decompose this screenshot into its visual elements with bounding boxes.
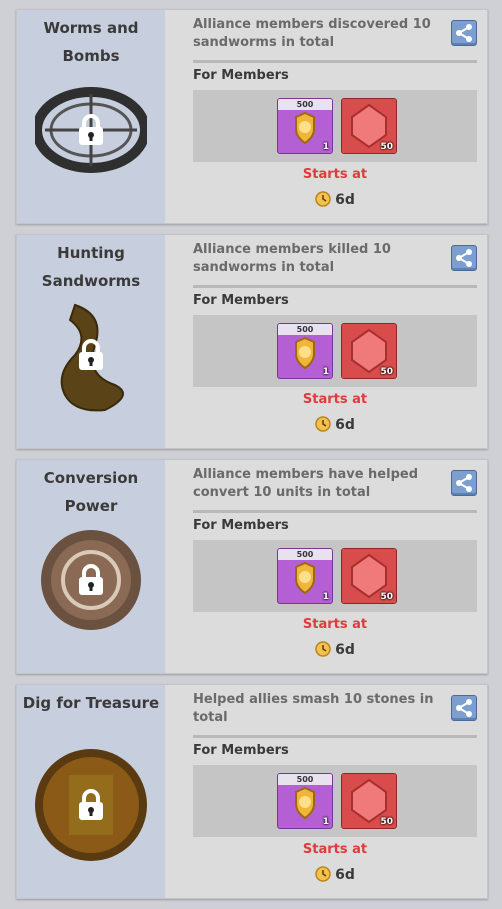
start-timer: 6d (193, 191, 477, 208)
event-title: Worms and Bombs (43, 19, 139, 65)
starts-at-label: Starts at (302, 617, 368, 632)
start-timer: 6d (193, 866, 477, 883)
event-title: Conversion Power (43, 469, 139, 515)
reward-badge-item[interactable]: 500 1 (277, 98, 333, 154)
event-card: Dig for Treasure Helped allies smash 10 s… (16, 684, 488, 899)
event-list: Worms and Bombs Alliance members discover… (0, 0, 502, 909)
reward-badge-qty: 1 (322, 142, 329, 152)
share-icon (452, 249, 476, 274)
share-button[interactable] (451, 20, 477, 46)
share-icon (452, 474, 476, 499)
reward-gem-item[interactable]: 50 (341, 98, 397, 154)
event-card: Hunting Sandworms Alliance members killed… (16, 234, 488, 449)
reward-badge-value: 500 (278, 324, 332, 335)
event-description: Helped allies smash 10 stones in total (193, 692, 434, 725)
timer-value: 6d (335, 642, 355, 658)
share-button[interactable] (451, 245, 477, 271)
start-timer: 6d (193, 641, 477, 658)
reward-badge-item[interactable]: 500 1 (277, 773, 333, 829)
reward-badge-item[interactable]: 500 1 (277, 548, 333, 604)
share-button[interactable] (451, 695, 477, 721)
event-left-panel: Conversion Power (17, 460, 165, 673)
lock-icon (77, 789, 105, 821)
event-left-panel: Dig for Treasure (17, 685, 165, 898)
clock-icon (315, 866, 331, 882)
for-members-label: For Members (193, 293, 289, 308)
share-button[interactable] (451, 470, 477, 496)
reward-gem-item[interactable]: 50 (341, 773, 397, 829)
for-members-label: For Members (193, 68, 289, 83)
reward-gem-qty: 50 (380, 142, 393, 152)
lock-icon (77, 114, 105, 146)
starts-at-label: Starts at (302, 392, 368, 407)
event-details: Alliance members killed 10 sandworms in … (165, 235, 487, 448)
event-title: Dig for Treasure (22, 694, 160, 712)
divider (193, 735, 477, 738)
event-details: Alliance members have helped convert 10 … (165, 460, 487, 673)
rewards-panel: 500 1 50 (193, 315, 477, 387)
starts-at-label: Starts at (302, 842, 368, 857)
timer-value: 6d (335, 417, 355, 433)
for-members-label: For Members (193, 518, 289, 533)
event-title: Hunting Sandworms (41, 244, 141, 290)
event-description: Alliance members have helped convert 10 … (193, 467, 419, 500)
rewards-panel: 500 1 50 (193, 540, 477, 612)
reward-badge-value: 500 (278, 99, 332, 110)
reward-badge-item[interactable]: 500 1 (277, 323, 333, 379)
event-card: Worms and Bombs Alliance members discover… (16, 9, 488, 224)
clock-icon (315, 641, 331, 657)
timer-value: 6d (335, 867, 355, 883)
event-image (32, 70, 150, 190)
timer-value: 6d (335, 192, 355, 208)
share-icon (452, 699, 476, 724)
event-image (35, 520, 147, 640)
rewards-panel: 500 1 50 (193, 765, 477, 837)
event-image (35, 295, 147, 415)
divider (193, 510, 477, 513)
divider (193, 60, 477, 63)
event-details: Alliance members discovered 10 sandworms… (165, 10, 487, 223)
reward-badge-qty: 1 (322, 367, 329, 377)
event-left-panel: Hunting Sandworms (17, 235, 165, 448)
rewards-panel: 500 1 50 (193, 90, 477, 162)
for-members-label: For Members (193, 743, 289, 758)
reward-gem-item[interactable]: 50 (341, 548, 397, 604)
event-description: Alliance members discovered 10 sandworms… (193, 17, 431, 50)
reward-gem-qty: 50 (380, 817, 393, 827)
event-left-panel: Worms and Bombs (17, 10, 165, 223)
lock-icon (77, 564, 105, 596)
starts-at-label: Starts at (302, 167, 368, 182)
event-image (35, 745, 147, 865)
reward-gem-qty: 50 (380, 367, 393, 377)
divider (193, 285, 477, 288)
lock-icon (77, 339, 105, 371)
reward-badge-value: 500 (278, 774, 332, 785)
share-icon (452, 24, 476, 49)
reward-badge-qty: 1 (322, 817, 329, 827)
reward-badge-qty: 1 (322, 592, 329, 602)
clock-icon (315, 191, 331, 207)
clock-icon (315, 416, 331, 432)
reward-gem-item[interactable]: 50 (341, 323, 397, 379)
start-timer: 6d (193, 416, 477, 433)
reward-gem-qty: 50 (380, 592, 393, 602)
event-card: Conversion Power Alliance members have he… (16, 459, 488, 674)
event-description: Alliance members killed 10 sandworms in … (193, 242, 391, 275)
reward-badge-value: 500 (278, 549, 332, 560)
event-details: Helped allies smash 10 stones in total Fo… (165, 685, 487, 898)
